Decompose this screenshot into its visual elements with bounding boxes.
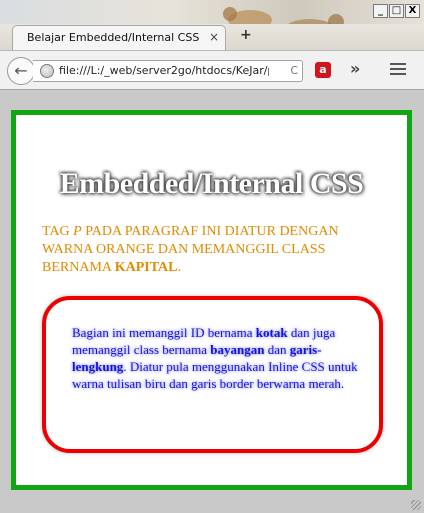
paragraph-text: TAG: [42, 224, 74, 239]
overflow-menu-icon[interactable]: »: [350, 59, 360, 78]
tab-strip: Belajar Embedded/Internal CSS × +: [0, 24, 424, 51]
paragraph-text: .: [177, 260, 181, 275]
resize-grip-icon[interactable]: [411, 500, 421, 510]
avira-icon[interactable]: a: [315, 62, 331, 78]
page-heading: Embedded/Internal CSS: [59, 167, 364, 200]
url-text[interactable]: file:///L:/_web/server2go/htdocs/KeJar/p: [59, 64, 269, 77]
tab-active[interactable]: Belajar Embedded/Internal CSS ×: [12, 25, 226, 51]
window-controls: _ □ X: [373, 4, 420, 18]
box-class-name: bayangan: [210, 342, 265, 357]
tab-close-icon[interactable]: ×: [209, 30, 219, 44]
paragraph-classname: KAPITAL: [114, 260, 178, 275]
hamburger-menu-icon[interactable]: [390, 63, 406, 78]
navigation-toolbar: ← file:///L:/_web/server2go/htdocs/KeJar…: [0, 50, 424, 90]
new-tab-button[interactable]: +: [240, 27, 252, 43]
outer-container: Embedded/Internal CSS TAG P pada paragra…: [11, 110, 412, 490]
globe-icon: [40, 64, 54, 78]
reload-icon[interactable]: C: [290, 64, 298, 77]
kotak-box: Bagian ini memanggil ID bernama kotak da…: [42, 296, 383, 453]
minimize-button[interactable]: _: [373, 4, 388, 18]
window-titlebar: _ □ X: [0, 0, 424, 41]
box-id-name: kotak: [255, 325, 288, 340]
close-button[interactable]: X: [405, 4, 420, 18]
back-button[interactable]: ←: [7, 57, 35, 85]
box-paragraph: Bagian ini memanggil ID bernama kotak da…: [72, 324, 362, 392]
box-text: Bagian ini memanggil ID bernama: [72, 325, 256, 340]
maximize-button[interactable]: □: [389, 4, 404, 18]
paragraph-tag: P: [73, 224, 82, 239]
paragraph-text: pada paragraf ini diatur dengan warna or…: [42, 224, 339, 275]
page-viewport: Embedded/Internal CSS TAG P pada paragra…: [0, 91, 424, 513]
url-bar[interactable]: file:///L:/_web/server2go/htdocs/KeJar/p…: [33, 60, 303, 82]
tab-title: Belajar Embedded/Internal CSS: [27, 31, 200, 44]
orange-paragraph: TAG P pada paragraf ini diatur dengan wa…: [42, 223, 382, 277]
box-text: dan: [264, 342, 290, 357]
